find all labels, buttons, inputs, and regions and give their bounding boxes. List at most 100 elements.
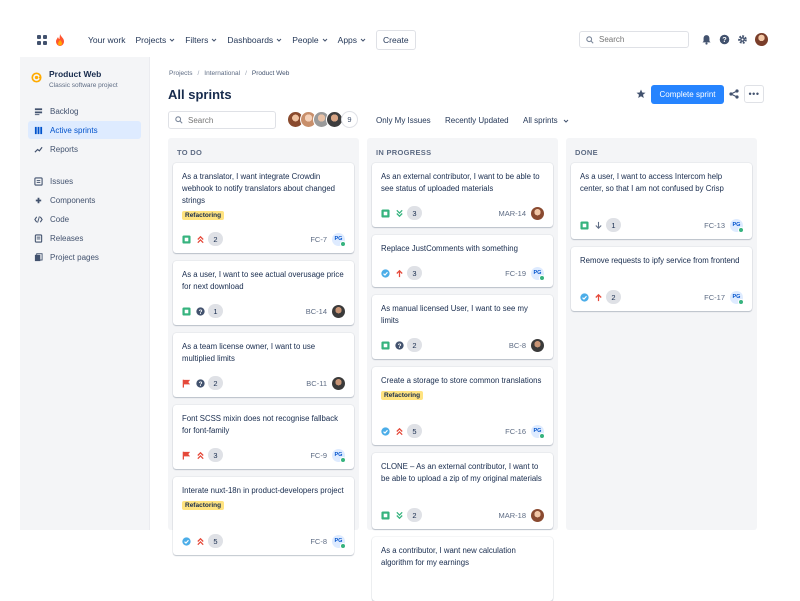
issue-card[interactable]: As a team license owner, I want to use m… (173, 333, 354, 397)
star-icon[interactable] (636, 89, 646, 99)
nav-item-people[interactable]: People (287, 35, 332, 45)
assignee-avatar[interactable]: PG (531, 266, 545, 281)
profile-avatar[interactable] (755, 33, 768, 46)
all-sprints-dropdown[interactable]: All sprints (523, 116, 569, 125)
priority-lowest-icon (396, 209, 403, 217)
column-title: DONE (575, 148, 598, 157)
issue-card[interactable]: Remove requests to ipfy service from fro… (571, 247, 752, 311)
sidebar-item-issues[interactable]: Issues (28, 172, 141, 190)
components-icon (35, 197, 42, 203)
global-search[interactable] (579, 31, 689, 48)
issue-summary: As a translator, I want integrate Crowdi… (182, 172, 336, 205)
issue-card[interactable]: As a user, I want to see actual overusag… (173, 261, 354, 325)
assignee-avatar[interactable] (332, 304, 345, 318)
breadcrumb-international[interactable]: International (204, 70, 240, 77)
assignee-avatar[interactable]: PG (332, 534, 346, 549)
assignee-avatar[interactable]: PG (332, 232, 346, 247)
sidebar-item-active-sprints[interactable]: Active sprints (28, 121, 141, 139)
share-icon[interactable] (729, 89, 739, 99)
complete-sprint-button[interactable]: Complete sprint (651, 85, 724, 104)
breadcrumb-projects[interactable]: Projects (169, 70, 192, 77)
sidebar-item-releases[interactable]: Releases (28, 229, 141, 247)
assignee-avatar[interactable]: PG (730, 218, 744, 233)
sidebar-item-reports[interactable]: Reports (28, 140, 141, 158)
notifications-bell-icon[interactable] (701, 34, 712, 45)
issue-key[interactable]: FC-16 (505, 427, 526, 436)
issue-card[interactable]: As a contributor, I want new calculation… (372, 537, 553, 601)
svg-text:?: ? (199, 308, 203, 315)
global-search-input[interactable] (599, 35, 679, 44)
help-icon[interactable]: ? (719, 34, 730, 45)
sidebar-item-label: Active sprints (50, 125, 98, 135)
issue-key[interactable]: BC-8 (509, 341, 526, 350)
app-switcher-icon[interactable] (37, 35, 47, 45)
project-header[interactable]: Product Web Classic software project (20, 57, 149, 89)
nav-item-projects[interactable]: Projects (130, 35, 180, 45)
issue-footer: 2 FC-17 PG (580, 290, 744, 305)
priority-lowest-icon (396, 511, 403, 519)
nav-item-your-work[interactable]: Your work (83, 35, 130, 45)
issue-summary: CLONE – As an external contributor, I wa… (381, 462, 542, 483)
issue-card[interactable]: Font SCSS mixin does not recognise fallb… (173, 405, 354, 469)
column-todo: TO DO As a translator, I want integrate … (168, 138, 359, 555)
assignee-avatar[interactable] (332, 376, 345, 390)
issue-card[interactable]: As a translator, I want integrate Crowdi… (173, 163, 354, 253)
board-search[interactable] (168, 111, 276, 129)
issue-key[interactable]: FC-19 (505, 269, 526, 278)
board-search-input[interactable] (188, 115, 268, 125)
issue-key[interactable]: BC-11 (306, 379, 327, 388)
issue-key[interactable]: MAR-18 (498, 511, 526, 520)
issue-card[interactable]: Replace JustComments with something 3 FC-1… (372, 235, 553, 287)
issue-key[interactable]: MAR-14 (498, 209, 526, 218)
priority-highest-icon (197, 451, 204, 459)
assignee-avatar[interactable] (531, 338, 544, 352)
story-points-badge: 2 (606, 290, 621, 304)
issue-key[interactable]: BC-14 (306, 307, 327, 316)
more-avatars-count[interactable]: 9 (341, 111, 358, 128)
issue-key[interactable]: FC-8 (310, 537, 327, 546)
settings-gear-icon[interactable] (737, 34, 748, 45)
issue-label: Refactoring (182, 211, 225, 220)
nav-item-apps[interactable]: Apps (333, 35, 371, 45)
story-points-badge: 5 (208, 534, 223, 548)
sidebar-item-project-pages[interactable]: Project pages (28, 248, 141, 266)
assignee-avatar[interactable] (531, 206, 544, 220)
issue-key[interactable]: FC-7 (310, 235, 327, 244)
recently-updated-filter[interactable]: Recently Updated (445, 116, 509, 125)
chevron-down-icon (322, 38, 328, 42)
issue-footer: 2 MAR-18 (381, 508, 544, 522)
chevron-down-icon (276, 38, 282, 42)
column-done: DONE As a user, I want to access Interco… (566, 138, 757, 530)
assignee-avatar[interactable]: PG (332, 448, 346, 463)
issue-card[interactable]: As an external contributor, I want to be… (372, 163, 553, 227)
chevron-down-icon (563, 119, 569, 123)
issue-summary: As manual licensed User, I want to see m… (381, 304, 528, 325)
issue-card[interactable]: As manual licensed User, I want to see m… (372, 295, 553, 359)
assignee-avatar[interactable]: PG (531, 424, 545, 439)
issue-key[interactable]: FC-9 (310, 451, 327, 460)
issue-card[interactable]: Interate nuxt-18n in product-developers … (173, 477, 354, 555)
breadcrumb-product-web[interactable]: Product Web (252, 70, 289, 77)
issue-card[interactable]: As a user, I want to access Intercom hel… (571, 163, 752, 239)
issue-summary: As an external contributor, I want to be… (381, 172, 540, 193)
sidebar-item-label: Components (50, 195, 96, 205)
nav-item-dashboards[interactable]: Dashboards (222, 35, 287, 45)
nav-item-filters[interactable]: Filters (180, 35, 222, 45)
sidebar-item-backlog[interactable]: Backlog (28, 102, 141, 120)
create-button[interactable]: Create (376, 30, 416, 50)
story-icon (381, 208, 390, 218)
assignee-avatar[interactable] (531, 508, 544, 522)
issue-card[interactable]: Create a storage to store common transla… (372, 367, 553, 445)
issue-footer: 3 FC-9 PG (182, 448, 346, 463)
sidebar-item-components[interactable]: Components (28, 191, 141, 209)
assignee-avatar[interactable]: PG (730, 290, 744, 305)
issue-key[interactable]: FC-13 (704, 221, 725, 230)
priority-highest-icon (197, 235, 204, 243)
issue-key[interactable]: FC-17 (704, 293, 725, 302)
more-actions-button[interactable]: ••• (744, 85, 764, 103)
issue-card[interactable]: CLONE – As an external contributor, I wa… (372, 453, 553, 529)
sidebar-item-code[interactable]: Code (28, 210, 141, 228)
only-my-issues-filter[interactable]: Only My Issues (376, 116, 431, 125)
flame-logo-icon[interactable] (55, 34, 65, 46)
pages-icon (34, 252, 43, 261)
